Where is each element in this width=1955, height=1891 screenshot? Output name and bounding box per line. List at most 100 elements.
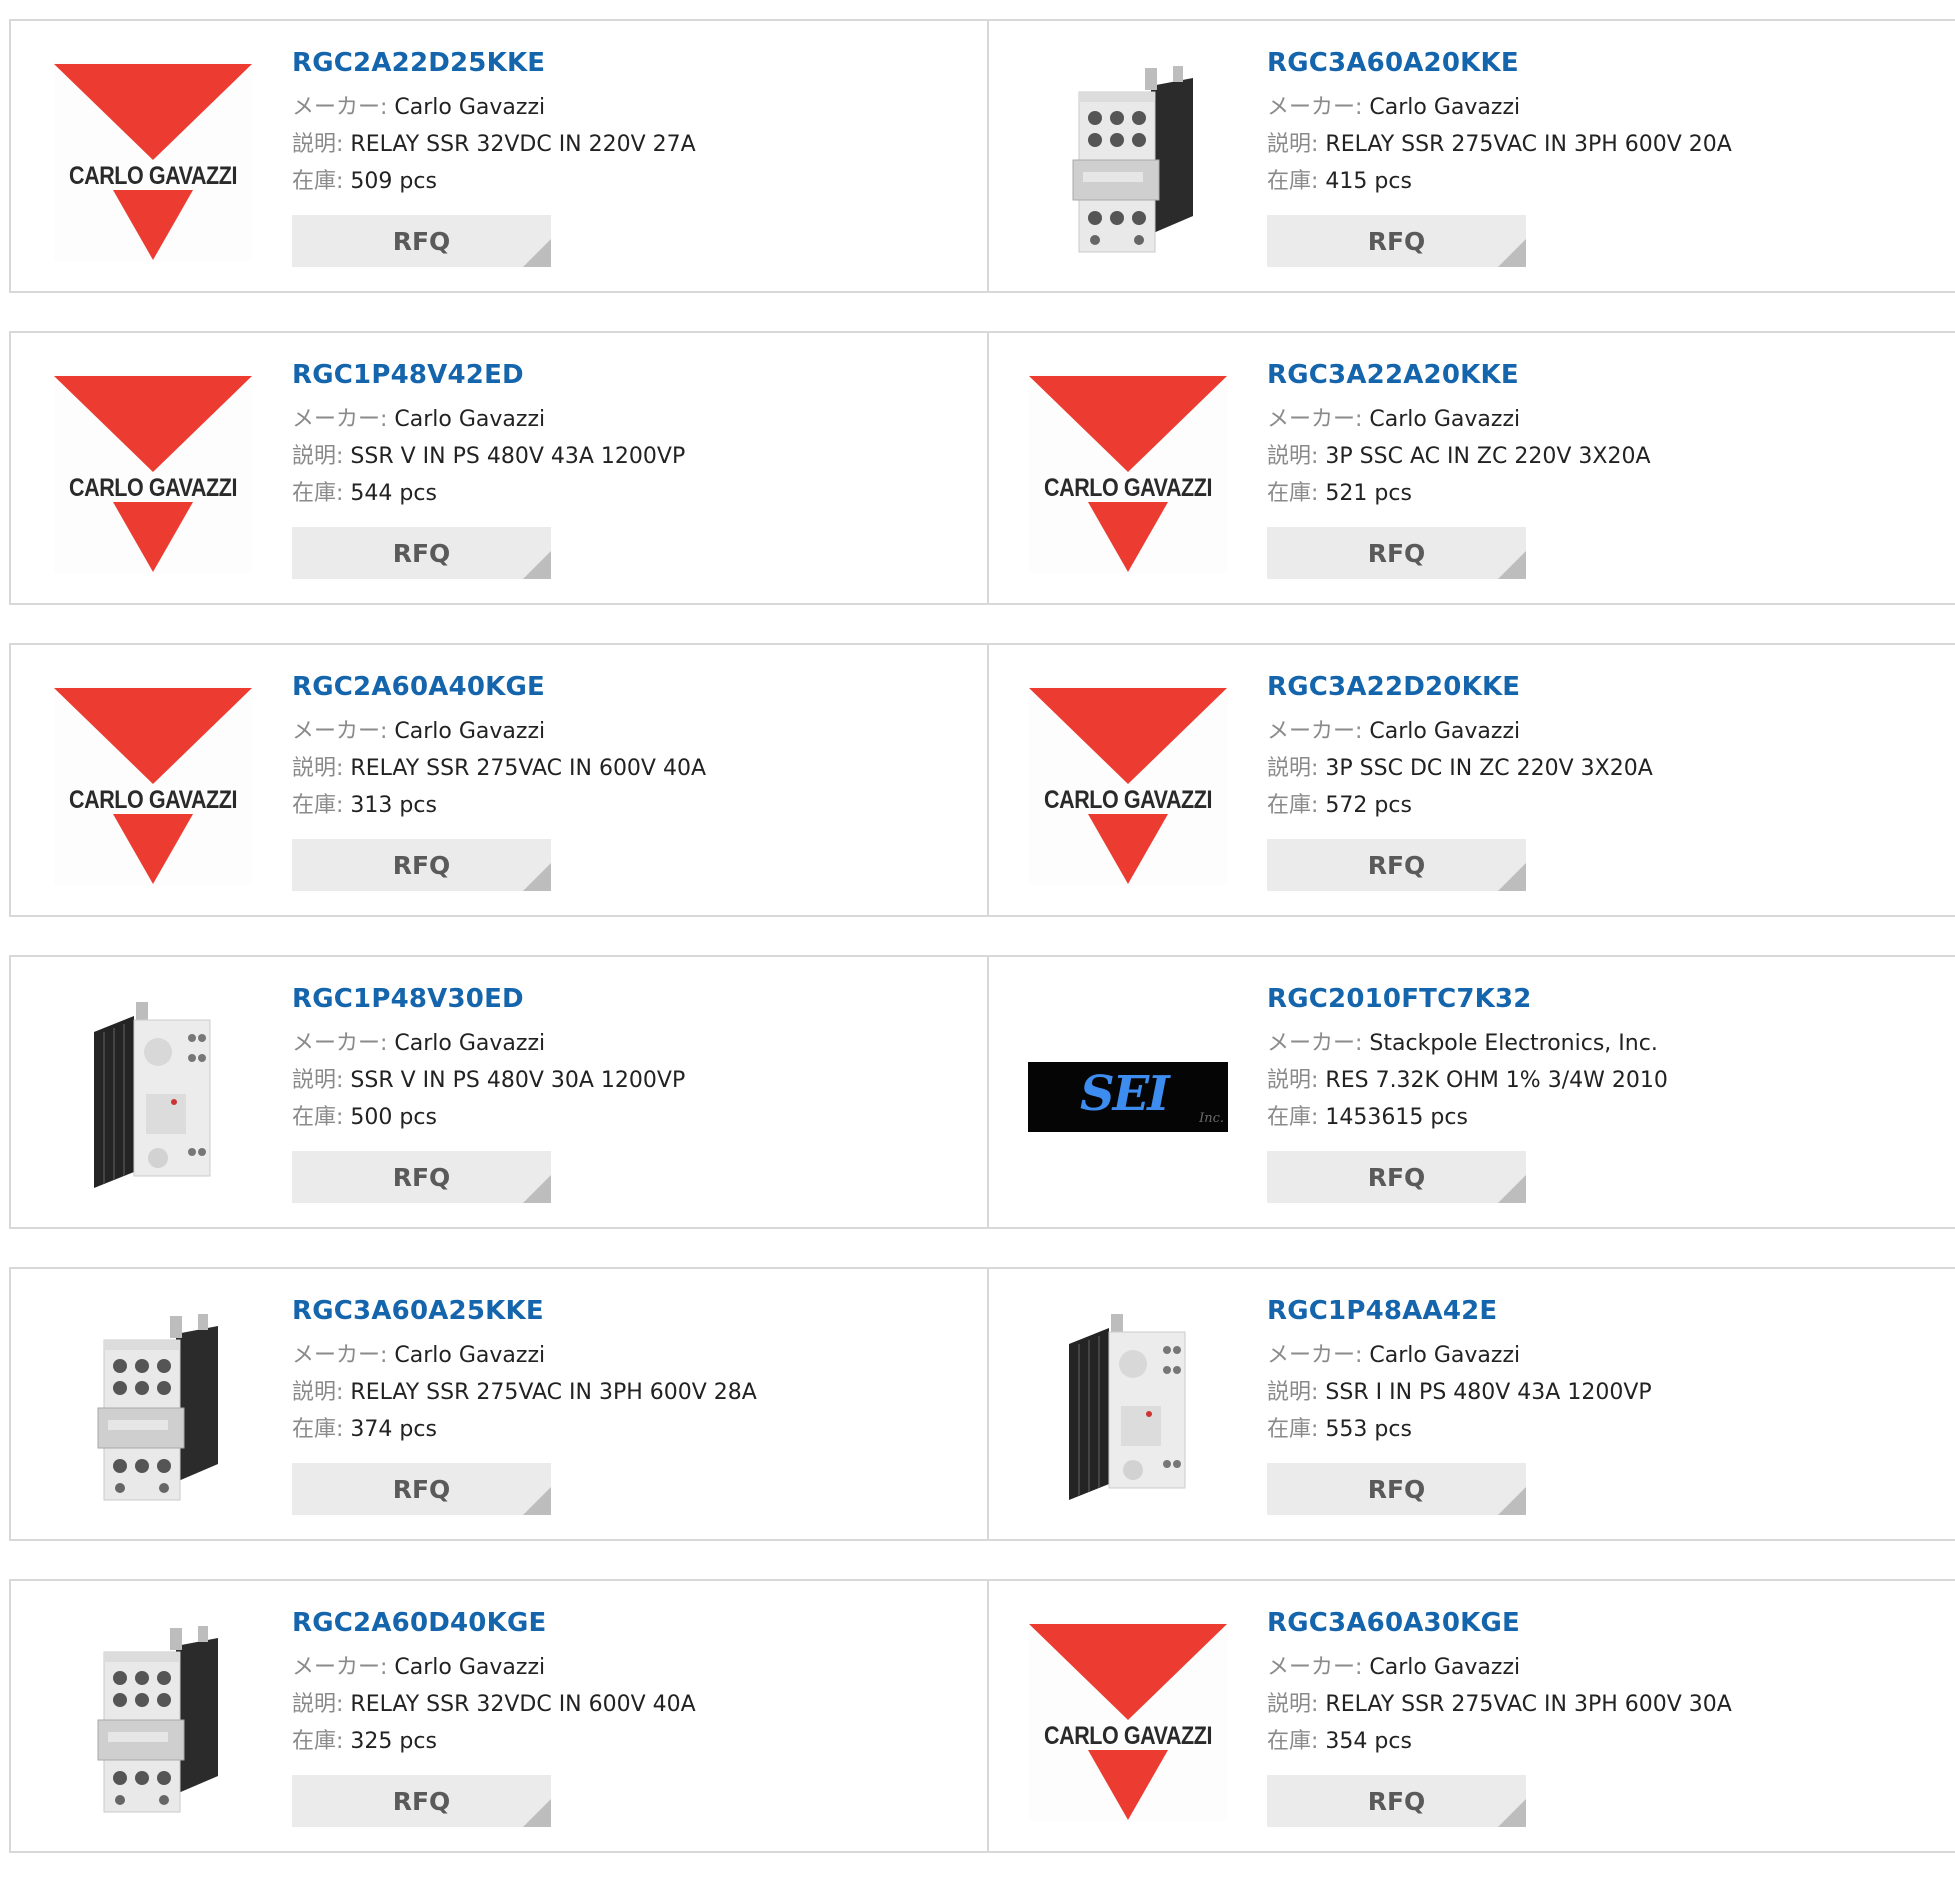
stock-label: 在庫: xyxy=(292,1729,344,1754)
description-value: RES 7.32K OHM 1% 3/4W 2010 xyxy=(1325,1068,1668,1093)
rfq-button[interactable]: RFQ xyxy=(292,215,551,267)
stock-value: 500 pcs xyxy=(350,1105,437,1130)
relay-3ph-photo xyxy=(1043,66,1213,256)
carlo-gavazzi-logo: CARLO GAVAZZI xyxy=(1029,1621,1227,1821)
product-card: RGC3A60A20KKE メーカー: Carlo Gavazzi 説明: RE… xyxy=(987,21,1955,291)
product-image[interactable]: CARLO GAVAZZI xyxy=(53,61,253,261)
description-value: RELAY SSR 32VDC IN 600V 40A xyxy=(350,1692,696,1717)
description-line: 説明: SSR V IN PS 480V 30A 1200VP xyxy=(292,1062,685,1099)
logo-wordmark: CARLO GAVAZZI xyxy=(69,786,237,814)
product-info: RGC3A60A20KKE メーカー: Carlo Gavazzi 説明: RE… xyxy=(1267,45,1732,267)
rfq-button[interactable]: RFQ xyxy=(1267,839,1526,891)
carlo-gavazzi-logo: CARLO GAVAZZI xyxy=(1029,685,1227,885)
stock-label: 在庫: xyxy=(292,793,344,818)
product-row: CARLO GAVAZZI RGC2A22D25KKE メーカー: Carlo … xyxy=(9,19,1955,293)
rfq-button[interactable]: RFQ xyxy=(292,1463,551,1515)
corner-triangle-icon xyxy=(523,239,551,267)
part-number-link[interactable]: RGC3A60A25KKE xyxy=(292,1293,757,1329)
stock-value: 553 pcs xyxy=(1325,1417,1412,1442)
product-card: SEI Inc. RGC2010FTC7K32 メーカー: Stackpole … xyxy=(987,957,1955,1227)
description-label: 説明: xyxy=(292,1692,344,1717)
maker-label: メーカー: xyxy=(1267,1655,1363,1680)
maker-label: メーカー: xyxy=(1267,95,1363,120)
part-number-link[interactable]: RGC2A60A40KGE xyxy=(292,669,706,705)
relay-1ph-photo xyxy=(1063,1314,1193,1504)
rfq-button[interactable]: RFQ xyxy=(1267,1151,1526,1203)
carlo-gavazzi-logo: CARLO GAVAZZI xyxy=(1029,373,1227,573)
rfq-button[interactable]: RFQ xyxy=(292,527,551,579)
product-card: CARLO GAVAZZI RGC2A22D25KKE メーカー: Carlo … xyxy=(11,21,987,291)
rfq-button[interactable]: RFQ xyxy=(292,839,551,891)
part-number-link[interactable]: RGC3A22A20KKE xyxy=(1267,357,1651,393)
rfq-button-label: RFQ xyxy=(392,538,451,568)
relay-3ph-photo xyxy=(68,1626,238,1816)
description-label: 説明: xyxy=(1267,1692,1319,1717)
product-image[interactable] xyxy=(53,997,253,1197)
corner-triangle-icon xyxy=(523,1487,551,1515)
maker-label: メーカー: xyxy=(292,1343,388,1368)
product-image[interactable]: CARLO GAVAZZI xyxy=(1028,373,1228,573)
description-value: RELAY SSR 275VAC IN 600V 40A xyxy=(350,756,707,781)
rfq-button-label: RFQ xyxy=(1367,1162,1426,1192)
maker-label: メーカー: xyxy=(1267,407,1363,432)
part-number-link[interactable]: RGC1P48V30ED xyxy=(292,981,685,1017)
maker-value: Carlo Gavazzi xyxy=(1369,407,1521,432)
description-label: 説明: xyxy=(292,132,344,157)
product-info: RGC2010FTC7K32 メーカー: Stackpole Electroni… xyxy=(1267,981,1668,1203)
maker-value: Carlo Gavazzi xyxy=(394,1031,546,1056)
product-image[interactable]: CARLO GAVAZZI xyxy=(53,373,253,573)
logo-wordmark: CARLO GAVAZZI xyxy=(69,474,237,502)
part-number-link[interactable]: RGC1P48AA42E xyxy=(1267,1293,1652,1329)
product-image[interactable]: SEI Inc. xyxy=(1028,997,1228,1197)
stock-value: 572 pcs xyxy=(1325,793,1412,818)
rfq-button-label: RFQ xyxy=(392,226,451,256)
part-number-link[interactable]: RGC3A60A20KKE xyxy=(1267,45,1732,81)
product-card: RGC2A60D40KGE メーカー: Carlo Gavazzi 説明: RE… xyxy=(11,1581,987,1851)
rfq-button-label: RFQ xyxy=(1367,226,1426,256)
stock-value: 313 pcs xyxy=(350,793,437,818)
rfq-button-label: RFQ xyxy=(392,850,451,880)
logo-wordmark: CARLO GAVAZZI xyxy=(1044,474,1212,502)
product-row: RGC1P48V30ED メーカー: Carlo Gavazzi 説明: SSR… xyxy=(9,955,1955,1229)
logo-bottom-triangle xyxy=(113,814,193,884)
rfq-button[interactable]: RFQ xyxy=(1267,527,1526,579)
part-number-link[interactable]: RGC1P48V42ED xyxy=(292,357,685,393)
stock-line: 在庫: 553 pcs xyxy=(1267,1411,1652,1448)
product-image[interactable] xyxy=(53,1621,253,1821)
rfq-button[interactable]: RFQ xyxy=(292,1151,551,1203)
stock-line: 在庫: 325 pcs xyxy=(292,1723,696,1760)
stock-label: 在庫: xyxy=(1267,1105,1319,1130)
part-number-link[interactable]: RGC3A22D20KKE xyxy=(1267,669,1653,705)
product-image[interactable]: CARLO GAVAZZI xyxy=(1028,685,1228,885)
stock-line: 在庫: 1453615 pcs xyxy=(1267,1099,1668,1136)
product-image[interactable]: CARLO GAVAZZI xyxy=(53,685,253,885)
logo-bottom-triangle xyxy=(113,190,193,260)
description-line: 説明: RELAY SSR 32VDC IN 600V 40A xyxy=(292,1686,696,1723)
rfq-button[interactable]: RFQ xyxy=(1267,1775,1526,1827)
corner-triangle-icon xyxy=(523,551,551,579)
maker-line: メーカー: Carlo Gavazzi xyxy=(292,1025,685,1062)
rfq-button[interactable]: RFQ xyxy=(1267,1463,1526,1515)
part-number-link[interactable]: RGC3A60A30KGE xyxy=(1267,1605,1732,1641)
description-line: 説明: 3P SSC DC IN ZC 220V 3X20A xyxy=(1267,750,1653,787)
description-label: 説明: xyxy=(292,1380,344,1405)
logo-top-triangle xyxy=(54,64,252,160)
product-image[interactable] xyxy=(1028,1309,1228,1509)
description-line: 説明: SSR V IN PS 480V 43A 1200VP xyxy=(292,438,685,475)
product-image[interactable] xyxy=(53,1309,253,1509)
description-line: 説明: RELAY SSR 275VAC IN 3PH 600V 20A xyxy=(1267,126,1732,163)
carlo-gavazzi-logo: CARLO GAVAZZI xyxy=(54,685,252,885)
part-number-link[interactable]: RGC2010FTC7K32 xyxy=(1267,981,1668,1017)
stock-line: 在庫: 509 pcs xyxy=(292,163,696,200)
maker-line: メーカー: Carlo Gavazzi xyxy=(292,89,696,126)
part-number-link[interactable]: RGC2A60D40KGE xyxy=(292,1605,696,1641)
rfq-button-label: RFQ xyxy=(392,1162,451,1192)
description-label: 説明: xyxy=(292,756,344,781)
product-image[interactable] xyxy=(1028,61,1228,261)
rfq-button[interactable]: RFQ xyxy=(292,1775,551,1827)
rfq-button[interactable]: RFQ xyxy=(1267,215,1526,267)
part-number-link[interactable]: RGC2A22D25KKE xyxy=(292,45,696,81)
product-image[interactable]: CARLO GAVAZZI xyxy=(1028,1621,1228,1821)
description-value: RELAY SSR 275VAC IN 3PH 600V 30A xyxy=(1325,1692,1732,1717)
maker-value: Carlo Gavazzi xyxy=(1369,95,1521,120)
